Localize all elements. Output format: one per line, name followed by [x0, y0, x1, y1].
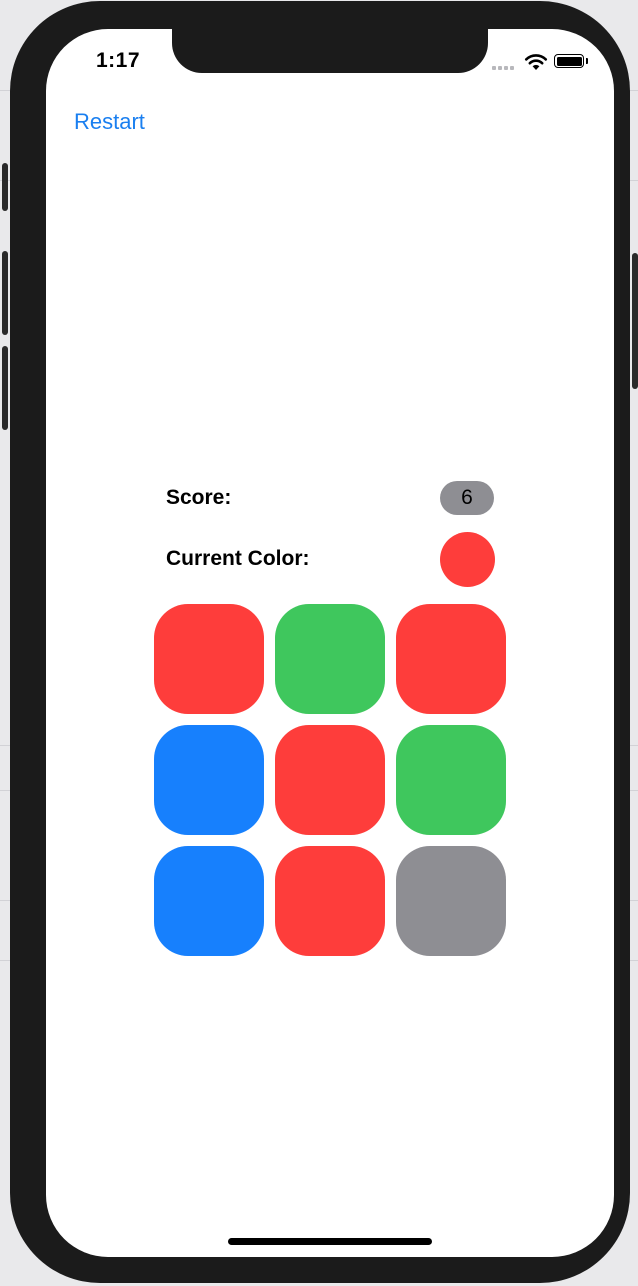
cellular-signal-icon	[492, 66, 514, 70]
score-label: Score:	[166, 486, 232, 509]
battery-cap	[586, 58, 588, 64]
current-color-label: Current Color:	[166, 547, 310, 570]
volume-up-button	[2, 251, 8, 335]
wifi-icon	[524, 54, 548, 70]
current-color-indicator	[440, 532, 495, 587]
color-tile-gray[interactable]	[396, 846, 506, 956]
power-button	[632, 253, 638, 389]
score-value-badge: 6	[440, 481, 494, 515]
color-tile-red[interactable]	[154, 604, 264, 714]
color-tile-red[interactable]	[275, 846, 385, 956]
phone-frame: 1:17 Restart Score: 6 Current Color:	[2, 1, 638, 1283]
silent-switch	[2, 163, 8, 211]
volume-down-button	[2, 346, 8, 430]
home-indicator[interactable]	[228, 1238, 432, 1245]
color-tile-blue[interactable]	[154, 846, 264, 956]
device-notch	[172, 29, 488, 73]
color-tile-green[interactable]	[396, 725, 506, 835]
color-tile-red[interactable]	[396, 604, 506, 714]
status-time: 1:17	[96, 49, 141, 72]
app-screen: 1:17 Restart Score: 6 Current Color:	[46, 29, 614, 1257]
color-tile-blue[interactable]	[154, 725, 264, 835]
color-tile-green[interactable]	[275, 604, 385, 714]
restart-button[interactable]: Restart	[74, 109, 145, 135]
battery-icon	[554, 54, 584, 68]
color-tile-red[interactable]	[275, 725, 385, 835]
